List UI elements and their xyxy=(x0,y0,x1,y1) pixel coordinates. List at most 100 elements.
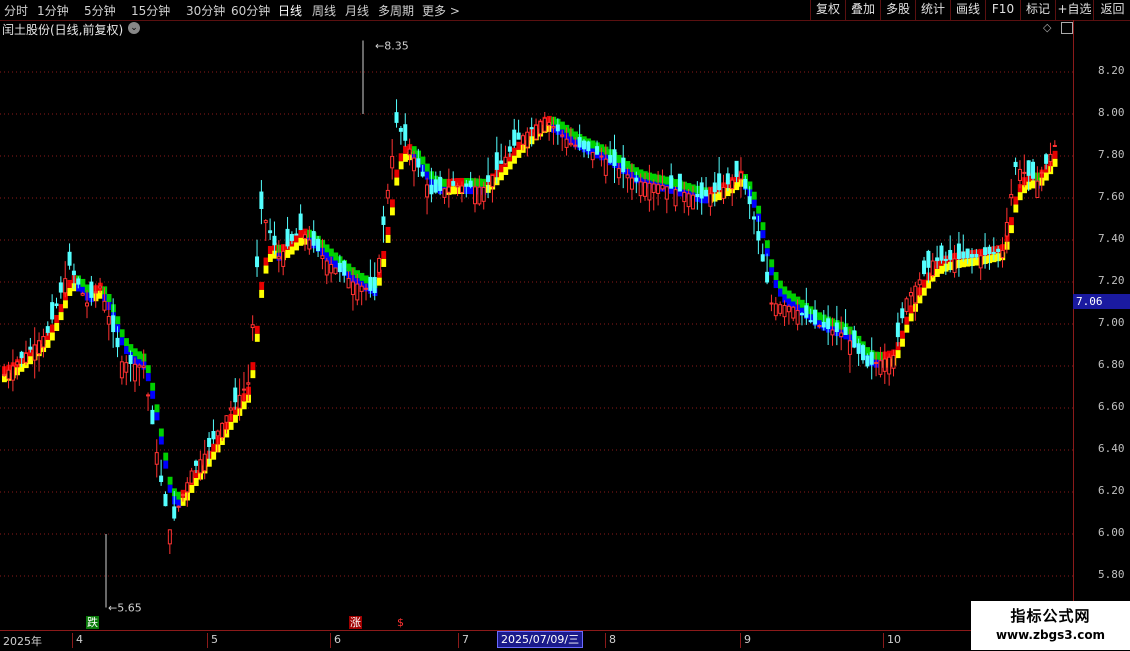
trend-band-segment xyxy=(751,199,757,208)
trend-band-segment xyxy=(900,330,905,339)
trend-band-segment xyxy=(163,452,169,461)
candle-body xyxy=(695,193,700,198)
candle-body xyxy=(172,506,177,519)
candle-body xyxy=(621,157,626,173)
candle-body xyxy=(765,271,770,283)
candle-body xyxy=(298,213,303,230)
tab-monthly[interactable]: 月线 xyxy=(345,2,369,19)
candle-body xyxy=(6,369,11,380)
candle-body xyxy=(180,494,185,497)
candle-body xyxy=(534,124,539,140)
trend-band-segment xyxy=(124,346,129,355)
watermark-url: www.zbgs3.com xyxy=(995,628,1106,642)
tab-15min[interactable]: 15分钟 xyxy=(131,2,170,19)
back-button[interactable]: 返回 xyxy=(1093,0,1130,20)
panel-toggle-icon[interactable] xyxy=(1061,22,1073,34)
trend-band-segment xyxy=(934,268,940,277)
candlestick-chart[interactable]: ←8.35 ←5.65 xyxy=(0,36,1073,630)
candle-body xyxy=(63,278,68,294)
trend-band-segment xyxy=(769,259,775,268)
candle-body xyxy=(503,156,508,165)
draw-line-button[interactable]: 画线 xyxy=(950,0,985,20)
low-price-label: ←5.65 xyxy=(108,602,142,615)
trend-band-segment xyxy=(267,245,273,254)
tab-weekly[interactable]: 周线 xyxy=(312,2,336,19)
candle-body xyxy=(987,246,992,255)
trend-band-segment xyxy=(346,263,352,272)
candle-body xyxy=(455,185,460,188)
tab-more[interactable]: 更多 > xyxy=(422,2,460,19)
trend-band-segment xyxy=(45,339,51,348)
diamond-icon[interactable]: ◇ xyxy=(1043,21,1051,34)
trend-band-segment xyxy=(664,176,670,185)
trend-band-segment xyxy=(751,191,757,200)
tab-60min[interactable]: 60分钟 xyxy=(231,2,270,19)
candle-body xyxy=(603,158,608,176)
candle-body xyxy=(259,191,264,209)
candle-body xyxy=(355,283,360,301)
candle-body xyxy=(464,183,469,187)
tab-1min[interactable]: 1分钟 xyxy=(37,2,69,19)
multi-stock-button[interactable]: 多股 xyxy=(880,0,915,20)
candle-body xyxy=(481,187,486,202)
tab-30min[interactable]: 30分钟 xyxy=(186,2,225,19)
candle-body xyxy=(948,249,953,260)
price-tick: 6.80 xyxy=(1098,358,1125,371)
overlay-button[interactable]: 叠加 xyxy=(845,0,880,20)
candle-body xyxy=(847,340,852,355)
high-price-label: ←8.35 xyxy=(375,40,409,53)
candle-body xyxy=(198,459,203,474)
candle-body xyxy=(834,322,839,333)
tab-multi-period[interactable]: 多周期 xyxy=(378,2,414,19)
candle-body xyxy=(520,135,525,145)
price-tick: 6.40 xyxy=(1098,442,1125,455)
candle-body xyxy=(538,121,543,135)
tab-5min[interactable]: 5分钟 xyxy=(84,2,116,19)
candle-body xyxy=(207,437,212,447)
candle-body xyxy=(965,248,970,259)
trend-band-segment xyxy=(777,280,783,289)
tab-intraday[interactable]: 分时 xyxy=(4,2,28,19)
trend-band-segment xyxy=(764,240,770,249)
candle-body xyxy=(167,529,172,545)
candle-body xyxy=(307,239,312,250)
trend-band-segment xyxy=(333,260,339,269)
trend-band-segment xyxy=(760,230,766,239)
candle-body xyxy=(398,127,403,132)
candle-body xyxy=(459,185,464,193)
candle-body xyxy=(935,257,940,262)
trend-band-segment xyxy=(786,290,792,299)
candle-body xyxy=(490,174,495,188)
candle-body xyxy=(786,305,791,313)
candle-body xyxy=(429,184,434,195)
candle-body xyxy=(939,245,944,261)
trend-band-segment xyxy=(376,277,382,286)
mark-button[interactable]: 标记 xyxy=(1020,0,1055,20)
trend-band-segment xyxy=(158,428,164,437)
candle-body xyxy=(85,302,90,307)
candle-body xyxy=(385,189,390,199)
trend-band-segment xyxy=(285,249,291,258)
trend-band-segment xyxy=(176,491,182,500)
tab-daily[interactable]: 日线 xyxy=(278,2,302,19)
candle-body xyxy=(961,251,966,259)
add-favorite-button[interactable]: +自选 xyxy=(1055,0,1093,20)
candle-body xyxy=(224,415,229,423)
restore-rights-button[interactable]: 复权 xyxy=(810,0,845,20)
f10-button[interactable]: F10 xyxy=(985,0,1020,20)
candle-body xyxy=(773,303,778,317)
trend-band-segment xyxy=(211,451,217,460)
rise-signal-badge: 涨 xyxy=(349,616,362,629)
candle-body xyxy=(581,140,586,150)
statistics-button[interactable]: 统计 xyxy=(915,0,950,20)
trend-band-segment xyxy=(394,169,400,178)
trend-band-segment xyxy=(921,279,927,288)
candle-body xyxy=(908,292,913,297)
candle-body xyxy=(869,352,874,365)
chevron-down-icon[interactable]: ⌄ xyxy=(128,22,140,34)
candle-body xyxy=(403,124,408,141)
trend-band-segment xyxy=(1043,172,1049,181)
date-tick: 10 xyxy=(883,633,901,648)
candle-body xyxy=(821,321,826,328)
trend-band-segment xyxy=(503,166,509,175)
